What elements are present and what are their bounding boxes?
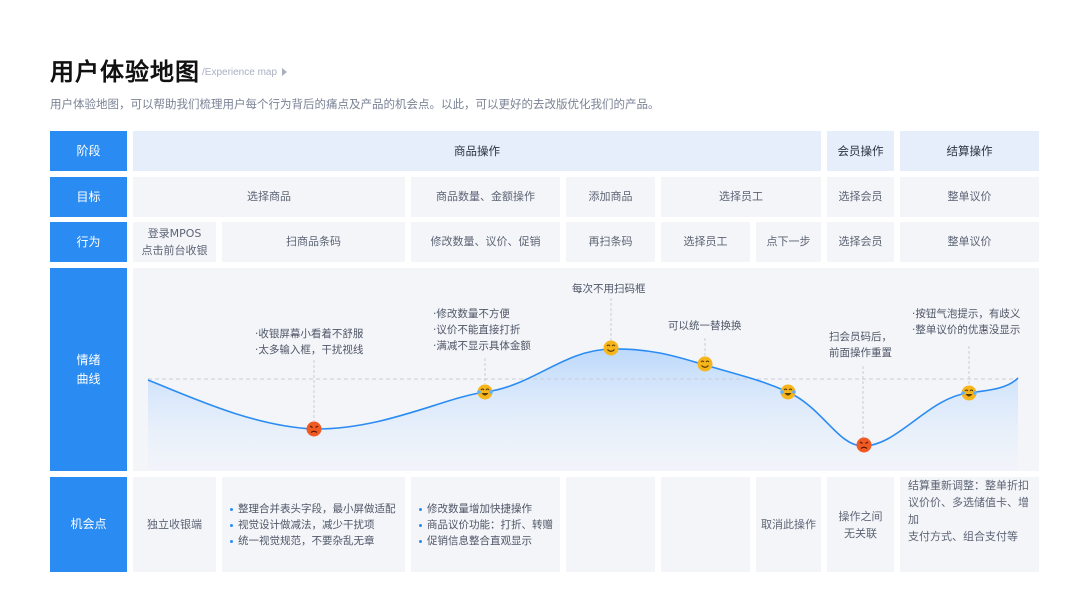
action-cell: 选择会员 bbox=[827, 222, 894, 262]
pain-note: ·按钮气泡提示，有歧义 ·整单议价的优惠没显示 bbox=[912, 306, 1020, 338]
opportunity-item: 促销信息整合直观显示 bbox=[419, 533, 553, 549]
action-cell: 登录MPOS 点击前台收银 bbox=[133, 222, 216, 262]
page-title: 用户体验地图 bbox=[50, 58, 200, 86]
subtitle-text: /Experience map bbox=[202, 67, 278, 78]
opportunity-cell: 结算重新调整：整单折扣 议价价、多选储值卡、增加 支付方式、组合支付等 bbox=[900, 477, 1039, 572]
opportunity-cell: 修改数量增加快捷操作 商品议价功能：打折、转赠 促销信息整合直观显示 bbox=[411, 477, 560, 572]
opportunity-cell: 独立收银端 bbox=[133, 477, 216, 572]
action-text: 登录MPOS bbox=[147, 227, 202, 240]
pain-note-line: ·整单议价的优惠没显示 bbox=[912, 324, 1021, 336]
emotion-curve-chart bbox=[147, 298, 1019, 471]
opportunity-text: 支付方式、组合支付等 bbox=[908, 530, 1018, 543]
action-cell: 选择员工 bbox=[661, 222, 750, 262]
pain-note-line: ·按钮气泡提示，有歧义 bbox=[912, 308, 1021, 320]
row-label-goal: 目标 bbox=[50, 177, 127, 217]
opportunity-cell-empty bbox=[566, 477, 655, 572]
goal-cell: 添加商品 bbox=[566, 177, 655, 217]
row-label-action: 行为 bbox=[50, 222, 127, 262]
pain-note-line: ·满减不显示具体金额 bbox=[433, 340, 531, 352]
goal-cell: 商品数量、金额操作 bbox=[411, 177, 560, 217]
pain-note-line: ·收银屏幕小看着不舒服 bbox=[255, 328, 364, 340]
angry-face-icon bbox=[306, 421, 322, 437]
opportunity-cell: 取消此操作 bbox=[756, 477, 821, 572]
row-label-stage: 阶段 bbox=[50, 131, 127, 171]
pain-note-line: ·太多输入框，干扰视线 bbox=[255, 344, 364, 356]
goal-cell: 选择会员 bbox=[827, 177, 894, 217]
goal-cell: 整单议价 bbox=[900, 177, 1039, 217]
stage-member: 会员操作 bbox=[827, 131, 894, 171]
smiling-face-icon bbox=[603, 340, 619, 356]
pain-note: ·收银屏幕小看着不舒服 ·太多输入框，干扰视线 bbox=[255, 326, 363, 358]
pain-note: 扫会员码后， 前面操作重置 bbox=[829, 329, 892, 361]
opportunity-cell-empty bbox=[661, 477, 750, 572]
opportunity-item: 商品议价功能：打折、转赠 bbox=[419, 517, 553, 533]
emotion-curve-area: ·收银屏幕小看着不舒服 ·太多输入框，干扰视线 ·修改数量不方便 ·议价不能直接… bbox=[133, 268, 1039, 471]
opportunity-text: 操作之间 bbox=[838, 509, 883, 523]
pain-note-line: 前面操作重置 bbox=[829, 347, 892, 359]
row-label-emotion-line1: 情绪 bbox=[76, 352, 101, 367]
action-cell: 整单议价 bbox=[900, 222, 1039, 262]
pain-note-line: 扫会员码后， bbox=[829, 331, 892, 343]
action-cell: 扫商品条码 bbox=[222, 222, 405, 262]
smiling-face-icon bbox=[697, 356, 713, 372]
opportunity-item: 整理合并表头字段，最小屏做适配 bbox=[230, 501, 396, 517]
opportunity-text: 结算重新调整：整单折扣 bbox=[908, 479, 1029, 492]
opportunity-cell: 操作之间 无关联 bbox=[827, 477, 894, 572]
opportunity-item: 修改数量增加快捷操作 bbox=[419, 501, 553, 517]
goal-cell: 选择商品 bbox=[133, 177, 405, 217]
pain-note: 每次不用扫码框 bbox=[572, 281, 646, 297]
pain-note-line: ·议价不能直接打折 bbox=[433, 324, 521, 336]
row-label-opportunity: 机会点 bbox=[50, 477, 127, 572]
stage-checkout: 结算操作 bbox=[900, 131, 1039, 171]
page-subtitle: /Experience map bbox=[202, 67, 288, 78]
opportunity-cell: 整理合并表头字段，最小屏做适配 视觉设计做减法，减少干扰项 统一视觉规范，不要杂… bbox=[222, 477, 405, 572]
opportunity-item: 统一视觉规范，不要杂乱无章 bbox=[230, 533, 396, 549]
row-label-emotion-line2: 曲线 bbox=[76, 371, 101, 386]
row-label-emotion: 情绪 曲线 bbox=[50, 268, 127, 471]
angry-face-icon bbox=[856, 437, 872, 453]
opportunity-item: 视觉设计做减法，减少干扰项 bbox=[230, 517, 396, 533]
opportunity-text: 无关联 bbox=[844, 526, 877, 540]
pain-note-line: 可以统一替换换 bbox=[668, 320, 742, 332]
page-description: 用户体验地图，可以帮助我们梳理用户每个行为背后的痛点及产品的机会点。以此，可以更… bbox=[50, 97, 660, 111]
action-text: 点击前台收银 bbox=[141, 244, 208, 257]
action-cell: 点下一步 bbox=[756, 222, 821, 262]
pain-note: ·修改数量不方便 ·议价不能直接打折 ·满减不显示具体金额 bbox=[433, 306, 531, 354]
emotion-curve-fill bbox=[148, 348, 1018, 471]
pain-note-line: ·修改数量不方便 bbox=[433, 308, 510, 320]
pain-note: 可以统一替换换 bbox=[668, 318, 742, 334]
opportunity-text: 议价价、多选储值卡、增加 bbox=[908, 496, 1029, 526]
triangle-right-icon bbox=[282, 68, 288, 76]
goal-cell: 选择员工 bbox=[661, 177, 821, 217]
stage-product: 商品操作 bbox=[133, 131, 821, 171]
pain-note-line: 每次不用扫码框 bbox=[572, 283, 646, 295]
action-cell: 修改数量、议价、促销 bbox=[411, 222, 560, 262]
action-cell: 再扫条码 bbox=[566, 222, 655, 262]
